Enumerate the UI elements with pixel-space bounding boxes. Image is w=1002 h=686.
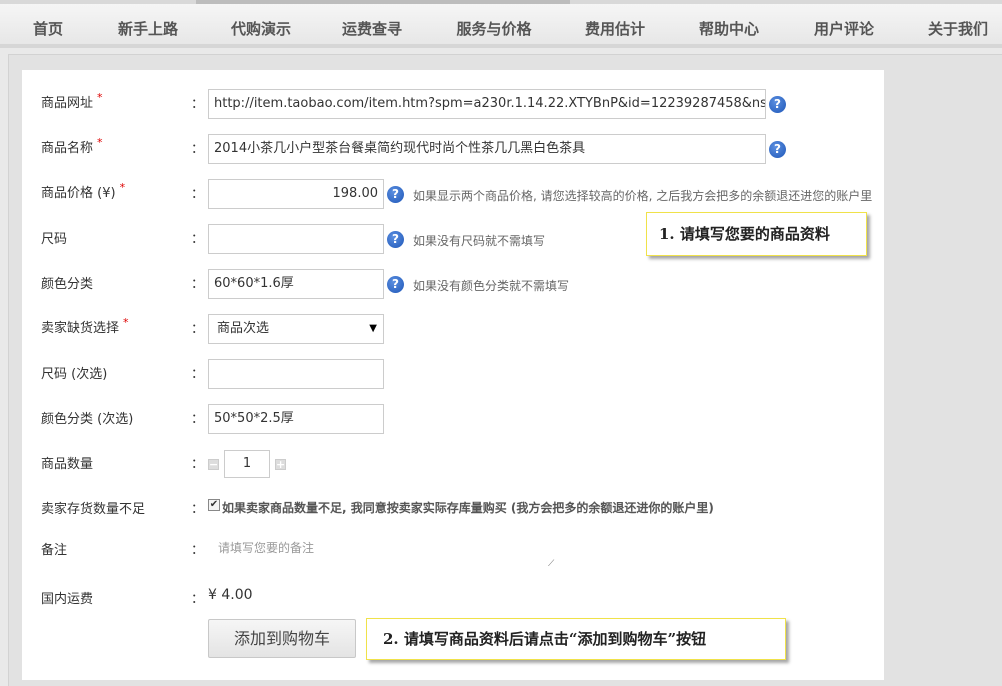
colon: ： <box>191 187 205 202</box>
required-mark: * <box>119 181 126 194</box>
help-question-icon[interactable]: ? <box>387 186 404 203</box>
nav-top-line <box>0 0 1002 4</box>
remark-label: 备注 <box>41 543 68 558</box>
size-label: 尺码 <box>41 232 68 247</box>
colon: ： <box>191 367 205 382</box>
help-question-icon[interactable]: ? <box>769 141 786 158</box>
oos-label: 卖家缺货选择 * <box>41 316 129 336</box>
url-input[interactable]: http://item.taobao.com/item.htm?spm=a230… <box>208 89 766 119</box>
shipping-value: ¥ 4.00 <box>208 587 253 603</box>
stock-checkbox[interactable]: ✔ <box>208 499 220 511</box>
colon: ： <box>191 97 205 112</box>
help-question-icon[interactable]: ? <box>769 96 786 113</box>
color-input[interactable]: 60*60*1.6厚 <box>208 269 384 299</box>
nav-home[interactable]: 首页 <box>0 18 103 39</box>
nav-help-center[interactable]: 帮助中心 <box>674 18 784 39</box>
size2-label: 尺码 (次选) <box>41 367 108 382</box>
name-label: 商品名称 * <box>41 136 103 156</box>
required-mark: * <box>123 316 129 329</box>
color2-label: 颜色分类 (次选) <box>41 412 134 427</box>
oos-selected-value: 商品次选 <box>217 321 270 336</box>
url-label: 商品网址 * <box>41 91 103 111</box>
size-hint: 如果没有尺码就不需填写 <box>413 234 546 248</box>
color-hint: 如果没有颜色分类就不需填写 <box>413 279 570 293</box>
price-input[interactable]: 198.00 <box>208 179 384 209</box>
help-question-icon[interactable]: ? <box>387 276 404 293</box>
help-question-icon[interactable]: ? <box>387 231 404 248</box>
nav-demo[interactable]: 代购演示 <box>206 18 316 39</box>
colon: ： <box>191 142 205 157</box>
resize-grip-icon[interactable]: ⟋ <box>548 559 554 569</box>
qty-input[interactable]: 1 <box>224 450 270 478</box>
nav-beginner[interactable]: 新手上路 <box>93 18 203 39</box>
stock-label: 卖家存货数量不足 <box>41 502 146 517</box>
colon: ： <box>191 277 205 292</box>
qty-label: 商品数量 <box>41 457 94 472</box>
colon: ： <box>191 457 205 472</box>
nav-shipping-query[interactable]: 运费查寻 <box>317 18 427 39</box>
minus-icon[interactable]: − <box>208 459 219 470</box>
shipping-label: 国内运费 <box>41 592 94 607</box>
colon: ： <box>191 232 205 247</box>
size2-input[interactable] <box>208 359 384 389</box>
color2-input[interactable]: 50*50*2.5厚 <box>208 404 384 434</box>
callout-step1: 1. 请填写您要的商品资料 <box>646 212 867 256</box>
add-to-cart-button[interactable]: 添加到购物车 <box>208 619 356 658</box>
dropdown-arrow-icon: ▼ <box>369 323 377 334</box>
color-label: 颜色分类 <box>41 277 94 292</box>
remark-textarea[interactable]: 请填写您要的备注 <box>208 534 558 568</box>
size-input[interactable] <box>208 224 384 254</box>
price-hint: 如果显示两个商品价格, 请您选择较高的价格, 之后我方会把多的余额退还进您的账户… <box>413 189 873 203</box>
colon: ： <box>191 592 205 607</box>
callout-step2: 2. 请填写商品资料后请点击“添加到购物车”按钮 <box>366 618 786 660</box>
name-input[interactable]: 2014小茶几小户型茶台餐桌简约现代时尚个性茶几几黑白色茶具 <box>208 134 766 164</box>
checkmark-icon: ✔ <box>209 499 219 510</box>
required-mark: * <box>97 91 103 104</box>
required-mark: * <box>97 136 103 149</box>
plus-icon[interactable]: + <box>275 459 286 470</box>
nav-services-pricing[interactable]: 服务与价格 <box>439 18 549 39</box>
colon: ： <box>191 322 205 337</box>
top-nav: 首页 新手上路 代购演示 运费查寻 服务与价格 费用估计 帮助中心 用户评论 关… <box>0 0 1002 48</box>
price-label: 商品价格 (¥) * <box>41 181 126 201</box>
stock-checkbox-text: 如果卖家商品数量不足, 我同意按卖家实际存库量购买 (我方会把多的余额退还进你的… <box>222 501 714 515</box>
colon: ： <box>191 502 205 517</box>
colon: ： <box>191 543 205 558</box>
nav-user-reviews[interactable]: 用户评论 <box>789 18 899 39</box>
oos-select[interactable]: 商品次选 ▼ <box>208 314 384 344</box>
colon: ： <box>191 412 205 427</box>
nav-about-us[interactable]: 关于我们 <box>903 18 1002 39</box>
nav-cost-estimate[interactable]: 费用估计 <box>560 18 670 39</box>
